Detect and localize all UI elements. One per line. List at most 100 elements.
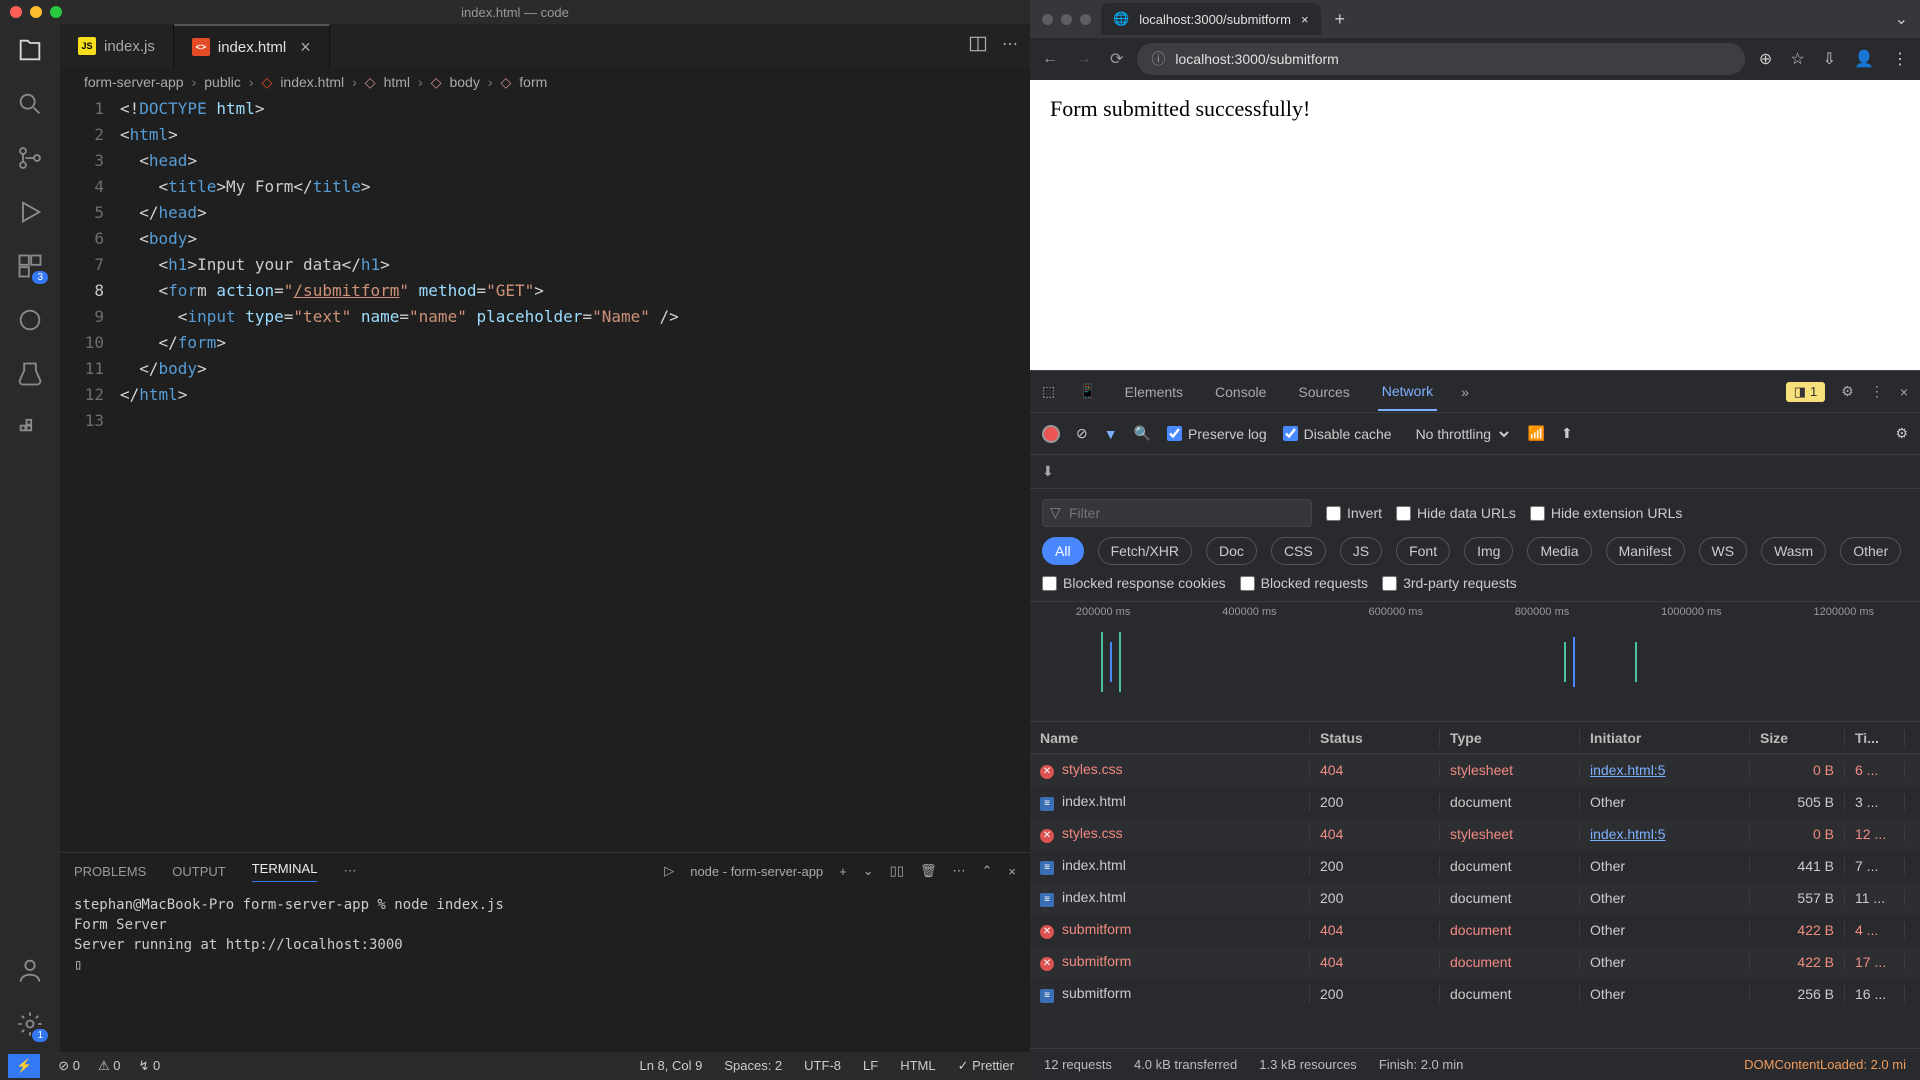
filter-chip-css[interactable]: CSS — [1271, 537, 1326, 565]
reload-button[interactable]: ⟳ — [1110, 49, 1123, 69]
browser-tab[interactable]: 🌐 localhost:3000/submitform × — [1101, 3, 1321, 35]
hide-data-urls-checkbox[interactable]: Hide data URLs — [1396, 505, 1516, 521]
new-terminal-icon[interactable]: + — [839, 864, 847, 879]
tab-elements[interactable]: Elements — [1121, 374, 1187, 410]
split-terminal-icon[interactable]: ▯▯ — [890, 863, 904, 879]
table-row[interactable]: ✕submitform404documentOther422 B17 ... — [1030, 946, 1920, 978]
minimize-window[interactable] — [30, 6, 42, 18]
status-errors[interactable]: ⊘ 0 — [58, 1058, 80, 1074]
site-info-icon[interactable]: ⓘ — [1151, 49, 1165, 69]
table-row[interactable]: ✕styles.css404stylesheetindex.html:50 B1… — [1030, 818, 1920, 850]
filter-input[interactable] — [1042, 499, 1312, 527]
search-icon[interactable]: 🔍 — [1134, 425, 1151, 442]
tab-problems[interactable]: PROBLEMS — [74, 864, 146, 879]
more-icon[interactable]: ⋮ — [1870, 383, 1884, 400]
remote-indicator[interactable]: ⚡ — [8, 1054, 40, 1078]
split-editor-icon[interactable] — [968, 34, 988, 59]
more-tabs-icon[interactable]: » — [1461, 384, 1469, 400]
hide-extension-urls-checkbox[interactable]: Hide extension URLs — [1530, 505, 1683, 521]
table-row[interactable]: ≡index.html200documentOther505 B3 ... — [1030, 786, 1920, 818]
filter-chip-other[interactable]: Other — [1840, 537, 1901, 565]
source-control-icon[interactable] — [14, 142, 46, 174]
network-timeline[interactable]: 200000 ms400000 ms600000 ms800000 ms1000… — [1030, 602, 1920, 722]
zoom-icon[interactable]: ⊕ — [1759, 49, 1772, 69]
terminal-name[interactable]: node - form-server-app — [690, 864, 823, 879]
tab-network[interactable]: Network — [1378, 373, 1437, 411]
filter-chip-media[interactable]: Media — [1527, 537, 1591, 565]
tab-console[interactable]: Console — [1211, 374, 1270, 410]
record-button[interactable] — [1042, 425, 1060, 443]
third-party-checkbox[interactable]: 3rd-party requests — [1382, 575, 1517, 591]
throttling-select[interactable]: No throttling — [1408, 421, 1512, 447]
table-row[interactable]: ✕styles.css404stylesheetindex.html:50 B6… — [1030, 754, 1920, 786]
remote-icon[interactable] — [14, 304, 46, 336]
settings-icon[interactable]: ⚙ — [1895, 425, 1908, 442]
url-bar[interactable]: ⓘ localhost:3000/submitform — [1137, 43, 1745, 75]
inspect-icon[interactable]: ⬚ — [1042, 383, 1055, 400]
invert-checkbox[interactable]: Invert — [1326, 505, 1382, 521]
filter-icon[interactable]: ▼ — [1104, 426, 1118, 442]
tab-more[interactable]: ⋯ — [343, 863, 356, 879]
tab-indexjs[interactable]: JSindex.js — [60, 24, 174, 68]
account-icon[interactable] — [14, 954, 46, 986]
eol[interactable]: LF — [863, 1058, 878, 1074]
status-warnings[interactable]: ⚠ 0 — [98, 1058, 121, 1074]
filter-chip-doc[interactable]: Doc — [1206, 537, 1257, 565]
close-panel-icon[interactable]: × — [1008, 864, 1016, 879]
table-header[interactable]: NameStatusTypeInitiatorSizeTi... — [1030, 722, 1920, 754]
import-har-icon[interactable]: ⬆ — [1561, 425, 1573, 442]
breadcrumb[interactable]: form-server-app› public› ◇index.html› ◇h… — [60, 68, 1030, 96]
testing-icon[interactable] — [14, 358, 46, 390]
search-icon[interactable] — [14, 88, 46, 120]
bookmark-icon[interactable]: ☆ — [1790, 49, 1804, 69]
code-editor[interactable]: 12345678910111213 <!DOCTYPE html> <html>… — [60, 96, 1030, 852]
encoding[interactable]: UTF-8 — [804, 1058, 841, 1074]
table-row[interactable]: ≡submitform200documentOther256 B16 ... — [1030, 978, 1920, 1010]
table-row[interactable]: ✕submitform404documentOther422 B4 ... — [1030, 914, 1920, 946]
filter-chip-wasm[interactable]: Wasm — [1761, 537, 1826, 565]
close-window[interactable] — [10, 6, 22, 18]
terminal-run-icon[interactable]: ▷ — [664, 863, 674, 879]
chevron-down-icon[interactable]: ⌄ — [863, 863, 874, 879]
disable-cache-checkbox[interactable]: Disable cache — [1283, 426, 1392, 442]
console-message-count[interactable]: ◨ 1 — [1786, 382, 1826, 402]
language-mode[interactable]: HTML — [900, 1058, 935, 1074]
device-toolbar-icon[interactable]: 📱 — [1079, 383, 1096, 400]
more-icon[interactable]: ⋯ — [953, 863, 966, 879]
download-icon[interactable]: ⇩ — [1823, 49, 1836, 69]
settings-icon[interactable]: ⚙ — [1841, 383, 1854, 400]
trash-icon[interactable]: 🗑 — [920, 863, 937, 879]
maximize-window[interactable] — [50, 6, 62, 18]
minimize-window[interactable] — [1061, 14, 1072, 25]
new-tab-button[interactable]: + — [1327, 5, 1354, 34]
indent-setting[interactable]: Spaces: 2 — [724, 1058, 782, 1074]
preserve-log-checkbox[interactable]: Preserve log — [1167, 426, 1267, 442]
back-button[interactable]: ← — [1042, 50, 1058, 68]
clear-icon[interactable]: ⊘ — [1076, 425, 1088, 442]
filter-chip-ws[interactable]: WS — [1699, 537, 1748, 565]
tab-indexhtml[interactable]: <>index.html× — [174, 24, 330, 68]
export-har-icon[interactable]: ⬇ — [1042, 463, 1054, 479]
filter-chip-all[interactable]: All — [1042, 537, 1084, 565]
filter-chip-img[interactable]: Img — [1464, 537, 1513, 565]
run-debug-icon[interactable] — [14, 196, 46, 228]
menu-icon[interactable]: ⋮ — [1892, 49, 1908, 69]
code-content[interactable]: <!DOCTYPE html> <html> <head> <title>My … — [120, 96, 1030, 852]
terminal-content[interactable]: stephan@MacBook-Pro form-server-app % no… — [60, 889, 1030, 1052]
prettier-status[interactable]: ✓ Prettier — [958, 1058, 1014, 1074]
filter-chip-font[interactable]: Font — [1396, 537, 1450, 565]
blocked-requests-checkbox[interactable]: Blocked requests — [1240, 575, 1368, 591]
close-icon[interactable]: × — [1900, 384, 1908, 400]
profile-icon[interactable]: 👤 — [1854, 49, 1874, 69]
filter-chip-manifest[interactable]: Manifest — [1606, 537, 1685, 565]
filter-chip-fetch/xhr[interactable]: Fetch/XHR — [1098, 537, 1192, 565]
more-icon[interactable]: ⋯ — [1002, 34, 1018, 59]
close-window[interactable] — [1042, 14, 1053, 25]
tab-sources[interactable]: Sources — [1294, 374, 1353, 410]
settings-icon[interactable]: 1 — [14, 1008, 46, 1040]
table-row[interactable]: ≡index.html200documentOther441 B7 ... — [1030, 850, 1920, 882]
tab-output[interactable]: OUTPUT — [172, 864, 225, 879]
blocked-response-checkbox[interactable]: Blocked response cookies — [1042, 575, 1226, 591]
maximize-window[interactable] — [1080, 14, 1091, 25]
table-row[interactable]: ≡index.html200documentOther557 B11 ... — [1030, 882, 1920, 914]
